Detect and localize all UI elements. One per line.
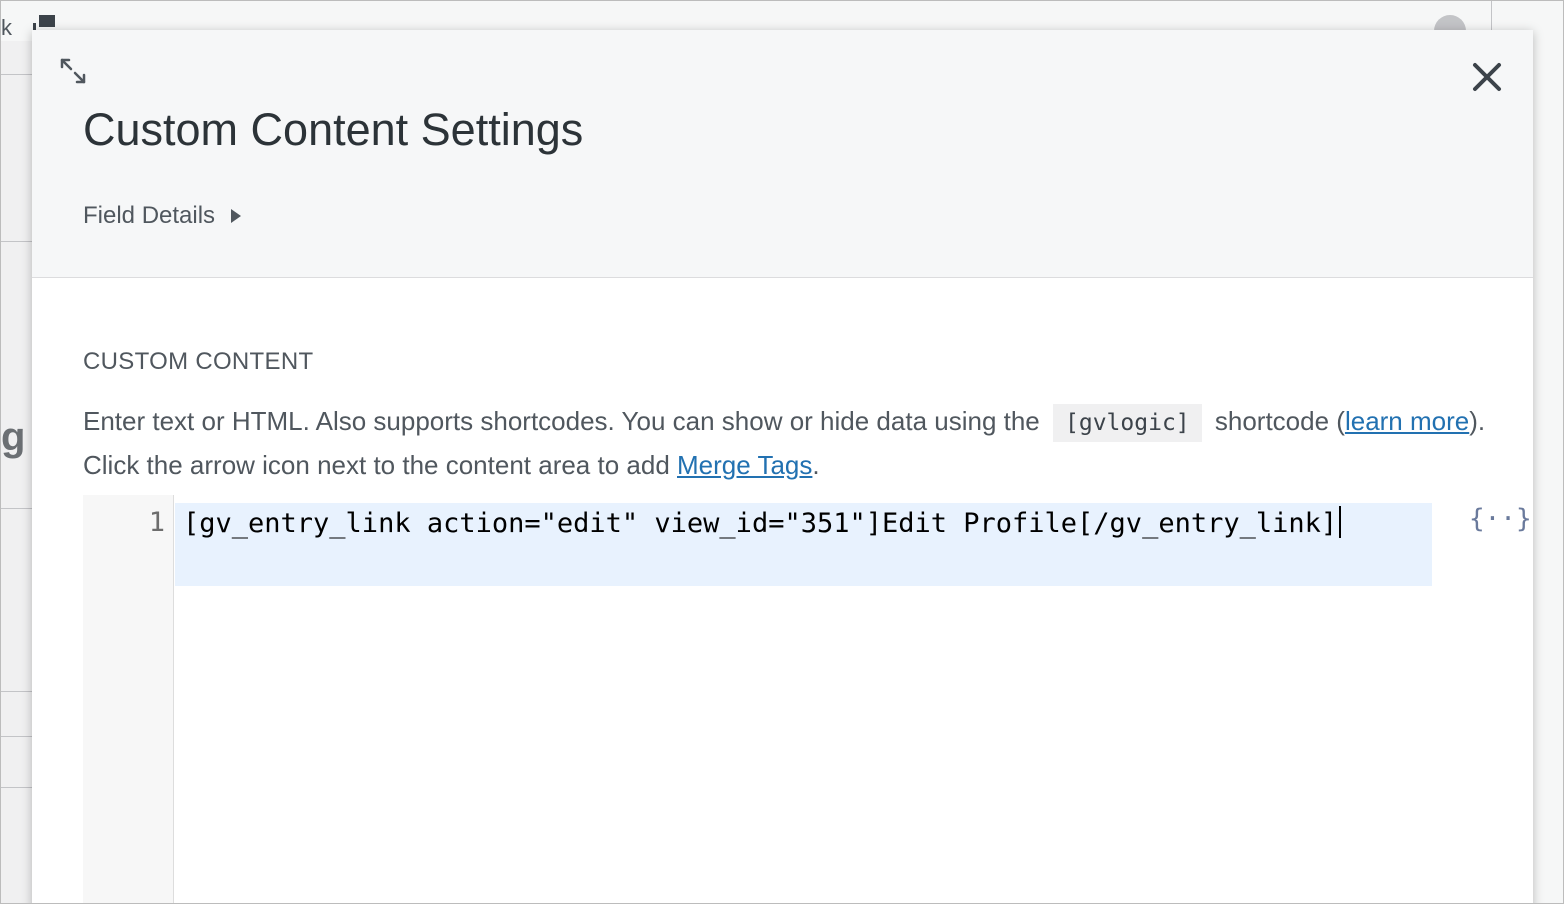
merge-tags-link[interactable]: Merge Tags — [677, 450, 812, 480]
gvlogic-code: [gvlogic] — [1053, 404, 1202, 442]
custom-content-label: CUSTOM CONTENT — [83, 348, 314, 375]
description-text: . — [812, 450, 820, 480]
background-text-fragment: k — [1, 15, 12, 40]
background-divider — [1491, 1, 1492, 31]
description-text: shortcode ( — [1214, 406, 1345, 436]
field-details-label: Field Details — [83, 202, 216, 229]
background-divider — [1, 241, 33, 242]
curly-braces-icon[interactable]: {··} — [1469, 504, 1532, 534]
text-cursor — [1339, 506, 1342, 538]
background-right-panel — [1533, 1, 1563, 903]
field-details-toggle[interactable]: Field Details — [83, 202, 242, 230]
learn-more-link[interactable]: learn more — [1345, 406, 1469, 436]
modal-title: Custom Content Settings — [83, 104, 584, 155]
background-divider — [1, 736, 33, 737]
custom-content-settings-modal: Custom Content Settings Field Details CU… — [32, 30, 1533, 903]
close-icon[interactable] — [1467, 57, 1507, 97]
editor-line[interactable]: [gv_entry_link action="edit" view_id="35… — [183, 503, 1423, 545]
background-divider — [1, 508, 33, 509]
line-number: 1 — [148, 507, 165, 538]
background-text-fragment: g — [1, 415, 26, 459]
expand-arrows-icon[interactable] — [56, 54, 90, 88]
custom-content-description: Enter text or HTML. Also supports shortc… — [83, 400, 1503, 486]
code-editor[interactable]: 1 [gv_entry_link action="edit" view_id="… — [83, 495, 1433, 903]
editor-gutter: 1 — [83, 495, 174, 903]
editor-content: [gv_entry_link action="edit" view_id="35… — [183, 508, 1338, 539]
background-divider — [1, 787, 33, 788]
app-frame: k g Custom Content Settings Field Detail… — [0, 0, 1564, 904]
background-divider — [1, 74, 33, 75]
background-divider — [1, 691, 33, 692]
triangle-right-icon — [231, 209, 242, 223]
description-text: Enter text or HTML. Also supports shortc… — [83, 406, 1040, 436]
modal-header: Custom Content Settings Field Details — [32, 30, 1533, 278]
